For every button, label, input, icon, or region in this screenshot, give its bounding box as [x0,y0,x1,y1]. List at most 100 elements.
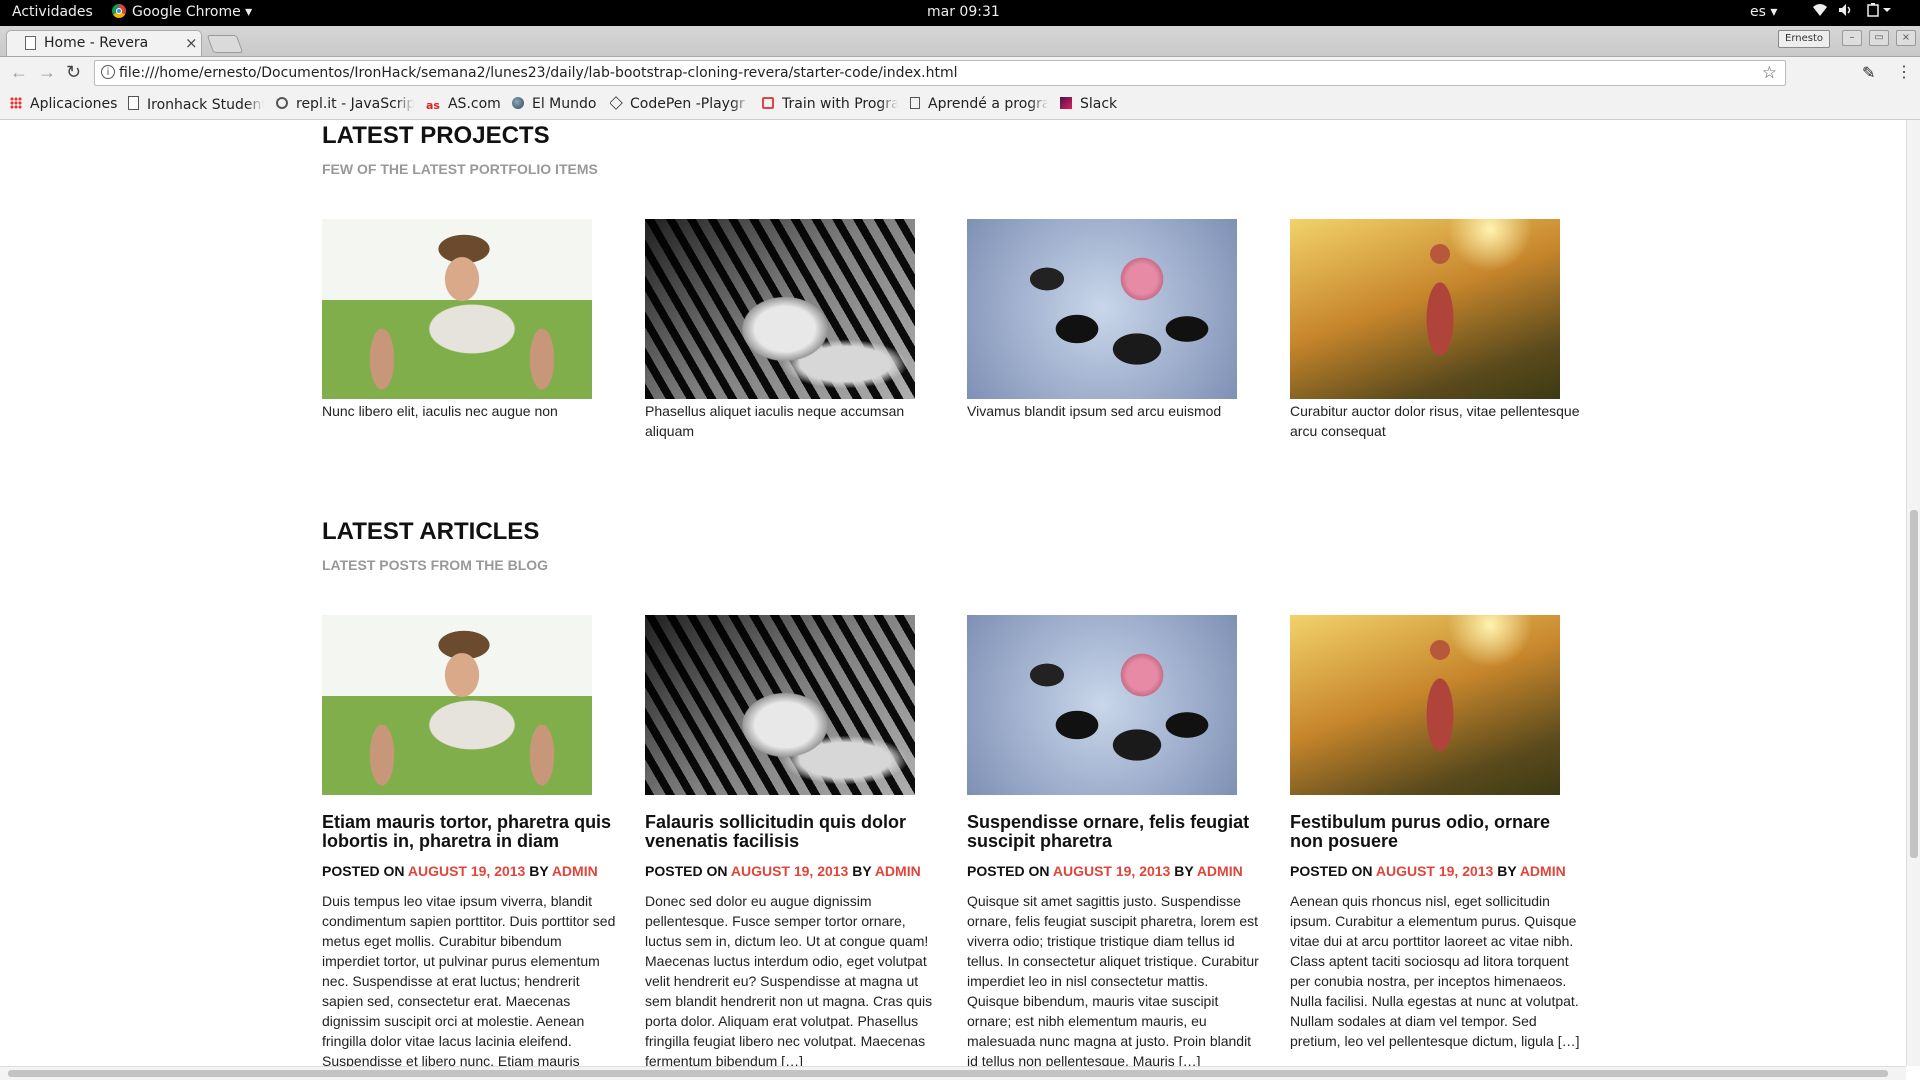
clock[interactable]: mar 09:31 [927,4,1000,20]
article-author-link[interactable]: ADMIN [1197,863,1243,879]
project-caption[interactable]: Nunc libero elit, iaculis nec augue non [322,401,616,421]
posted-on-label: POSTED ON [322,863,405,879]
article-date-link[interactable]: AUGUST 19, 2013 [1053,863,1171,879]
bookmark-replit[interactable]: repl.it - JavaScrip [276,96,414,112]
horizontal-scrollbar[interactable] [0,1066,1906,1080]
maximize-button[interactable]: ▭ [1869,30,1889,46]
system-top-bar: Actividades Google Chrome ▾ mar 09:31 es… [0,0,1920,26]
projects-subtitle: FEW OF THE LATEST PORTFOLIO ITEMS [322,161,598,177]
article-title[interactable]: Festibulum purus odio, ornare non posuer… [1290,813,1584,851]
project-card[interactable]: Curabitur auctor dolor risus, vitae pell… [1290,219,1584,441]
article-author-link[interactable]: ADMIN [552,863,598,879]
article-meta: POSTED ON AUGUST 19, 2013 BY ADMIN [967,863,1261,879]
bookmark-star-icon[interactable]: ☆ [1762,63,1777,83]
wifi-icon[interactable] [1812,3,1828,21]
language-indicator[interactable]: es ▾ [1750,4,1777,20]
activities-button[interactable]: Actividades [12,4,93,20]
bookmark-train[interactable]: Train with Progra [762,96,898,112]
page-viewport: LATEST PROJECTS FEW OF THE LATEST PORTFO… [0,120,1906,1066]
bookmarks-bar: Aplicaciones Ironhack Student repl.it - … [0,91,1920,120]
article-author-link[interactable]: ADMIN [1520,863,1566,879]
back-icon[interactable]: ← [10,62,28,83]
posted-on-label: POSTED ON [645,863,728,879]
posted-on-label: POSTED ON [967,863,1050,879]
article-card: Festibulum purus odio, ornare non posuer… [1290,615,1584,1051]
profile-button[interactable]: Ernesto [1778,30,1830,48]
horizontal-scroll-thumb[interactable] [8,1070,1888,1077]
article-excerpt: Aenean quis rhoncus nisl, eget sollicitu… [1290,893,1580,1049]
article-excerpt: Quisque sit amet sagittis justo. Suspend… [967,893,1259,1066]
article-date-link[interactable]: AUGUST 19, 2013 [1376,863,1494,879]
close-window-button[interactable]: × [1896,30,1916,46]
address-bar[interactable]: i file:///home/ernesto/Documentos/IronHa… [94,60,1786,86]
by-label: BY [1174,863,1194,879]
article-title[interactable]: Etiam mauris tortor, pharetra quis lobor… [322,813,616,851]
article-excerpt: Duis tempus leo vitae ipsum viverra, bla… [322,893,616,1066]
as-icon: as [426,99,440,112]
project-card[interactable]: Nunc libero elit, iaculis nec augue non [322,219,616,421]
article-title[interactable]: Suspendisse ornare, felis feugiat suscip… [967,813,1261,851]
app-menu-label: Google Chrome ▾ [132,4,253,20]
bookmark-slack[interactable]: Slack [1060,96,1117,112]
projects-title: LATEST PROJECTS [322,122,550,149]
article-date-link[interactable]: AUGUST 19, 2013 [731,863,849,879]
battery-icon[interactable] [1866,3,1892,21]
article-image[interactable] [645,615,915,795]
article-excerpt: Donec sed dolor eu augue dignissim pelle… [645,893,933,1066]
bookmark-as[interactable]: as AS.com [426,96,501,112]
bookmark-el-mundo[interactable]: El Mundo [512,96,596,112]
bookmark-codepen[interactable]: CodePen -Playgr [610,96,750,112]
bookmark-aplicaciones[interactable]: Aplicaciones [10,96,117,112]
tab-home-revera[interactable]: Home - Revera × [6,30,202,56]
project-image[interactable] [645,219,915,399]
info-icon[interactable]: i [101,65,115,79]
app-menu[interactable]: Google Chrome ▾ [112,4,252,20]
apps-grid-icon [10,97,22,109]
forward-icon[interactable]: → [38,62,56,83]
project-card[interactable]: Vivamus blandit ipsum sed arcu euismod [967,219,1261,421]
volume-icon[interactable] [1838,3,1854,21]
project-caption[interactable]: Vivamus blandit ipsum sed arcu euismod [967,401,1261,421]
bookmark-aprende[interactable]: Aprendé a progra [910,96,1048,112]
page-icon [25,36,36,50]
project-image[interactable] [967,219,1237,399]
by-label: BY [1497,863,1517,879]
article-date-link[interactable]: AUGUST 19, 2013 [408,863,526,879]
article-image[interactable] [322,615,592,795]
article-card: Falauris sollicitudin quis dolor venenat… [645,615,939,1066]
slack-icon [1060,97,1072,109]
article-meta: POSTED ON AUGUST 19, 2013 BY ADMIN [322,863,616,879]
article-meta: POSTED ON AUGUST 19, 2013 BY ADMIN [1290,863,1584,879]
url-text: file:///home/ernesto/Documentos/IronHack… [119,65,958,81]
project-caption[interactable]: Curabitur auctor dolor risus, vitae pell… [1290,401,1584,441]
browser-toolbar: ← → ↻ i file:///home/ernesto/Documentos/… [0,57,1920,91]
project-image[interactable] [322,219,592,399]
article-title[interactable]: Falauris sollicitudin quis dolor venenat… [645,813,939,851]
new-tab-button[interactable] [206,35,244,53]
project-card[interactable]: Phasellus aliquet iaculis neque accumsan… [645,219,939,441]
article-meta: POSTED ON AUGUST 19, 2013 BY ADMIN [645,863,939,879]
posted-on-label: POSTED ON [1290,863,1373,879]
project-caption[interactable]: Phasellus aliquet iaculis neque accumsan… [645,401,939,441]
tab-strip: Home - Revera × Ernesto – ▭ × [0,26,1920,57]
train-icon [762,97,774,109]
article-image[interactable] [1290,615,1560,795]
chrome-icon [112,4,126,18]
menu-icon[interactable]: ⋮ [1896,62,1912,82]
articles-subtitle: LATEST POSTS FROM THE BLOG [322,557,549,573]
extension-icon[interactable]: ✎ [1862,63,1875,83]
tab-title: Home - Revera [44,35,149,51]
by-label: BY [852,863,872,879]
project-image[interactable] [1290,219,1560,399]
vertical-scroll-thumb[interactable] [1910,510,1918,858]
articles-title: LATEST ARTICLES [322,518,540,545]
article-author-link[interactable]: ADMIN [875,863,921,879]
vertical-scrollbar[interactable] [1906,120,1920,1066]
article-card: Etiam mauris tortor, pharetra quis lobor… [322,615,616,1066]
close-tab-icon[interactable]: × [185,34,198,52]
reload-icon[interactable]: ↻ [66,62,81,83]
book-icon [910,97,920,109]
article-image[interactable] [967,615,1237,795]
bookmark-ironhack[interactable]: Ironhack Student [128,96,264,113]
minimize-button[interactable]: – [1842,30,1862,46]
